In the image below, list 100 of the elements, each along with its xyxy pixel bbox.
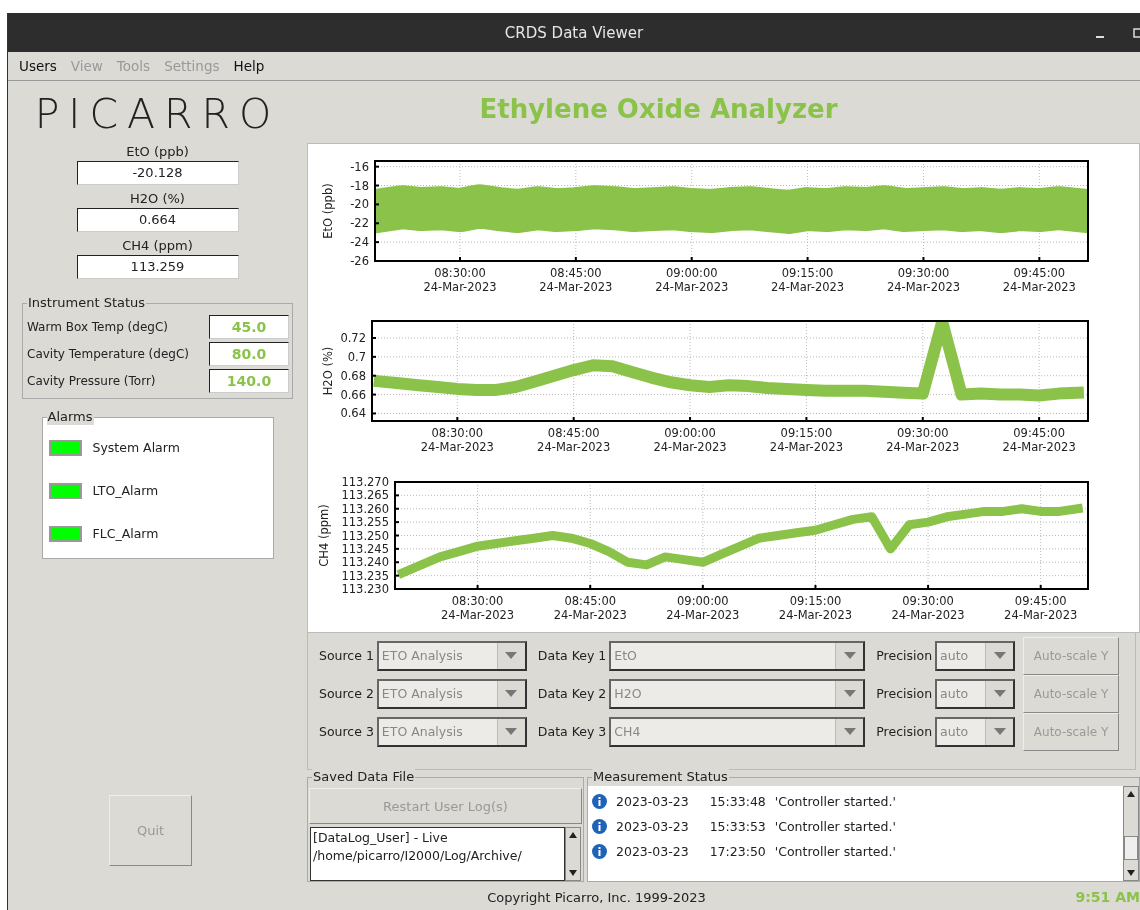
data-key-dropdown[interactable]: EtO — [609, 640, 866, 671]
tick-label: -22 — [350, 216, 369, 231]
tick-label: 08:30:00 24-Mar-2023 — [441, 593, 515, 622]
message-date: 2023-03-23 — [616, 819, 689, 834]
autoscale-button[interactable]: Auto-scale Y — [1023, 674, 1120, 713]
scrollbar-thumb[interactable] — [1124, 836, 1138, 860]
info-icon — [592, 819, 607, 834]
tick-label: 08:45:00 24-Mar-2023 — [539, 266, 613, 294]
axis-label: H2O (%) — [321, 347, 335, 396]
tick-label: 0.72 — [340, 331, 366, 346]
panel-title: Alarms — [46, 409, 94, 425]
logo: PICARRO — [34, 90, 281, 138]
minimize-icon[interactable] — [1096, 35, 1106, 39]
message-text: 'Controller started.' — [774, 819, 896, 834]
tick-label: 113.265 — [341, 488, 389, 503]
message-text: 'Controller started.' — [774, 844, 896, 859]
tick-label: 0.64 — [340, 406, 366, 421]
copyright-text: Copyright Picarro, Inc. 1999-2023 — [487, 889, 706, 905]
tick-label: -24 — [350, 235, 369, 250]
caret-icon — [505, 728, 518, 735]
readout-label: H2O (%) — [130, 191, 185, 206]
log-path-field[interactable]: [DataLog_User] - Live /home/picarro/I2000/Log/Archive/ — [310, 827, 565, 881]
clock: 9:51 AM — [1075, 889, 1140, 905]
precision-dropdown[interactable]: auto — [935, 640, 1016, 671]
data-key-label: Data Key 2 — [537, 686, 607, 701]
scrollbar[interactable] — [565, 827, 581, 881]
readout-label: EtO (ppb) — [126, 144, 189, 159]
precision-dropdown[interactable]: auto — [935, 716, 1016, 747]
tick-label: 113.250 — [341, 528, 389, 543]
precision-dropdown[interactable]: auto — [935, 678, 1016, 709]
menu-item[interactable]: Help — [233, 58, 265, 74]
axis-label: EtO (ppb) — [321, 183, 335, 239]
tick-label: 09:45:00 24-Mar-2023 — [1004, 593, 1078, 622]
source-dropdown[interactable]: ETO Analysis — [376, 640, 527, 671]
down-arrow-icon[interactable] — [1127, 870, 1135, 876]
tick-label: 113.255 — [341, 514, 389, 529]
status-label: Cavity Pressure (Torr) — [27, 374, 156, 388]
tick-label: 113.270 — [341, 474, 389, 489]
tick-label: 08:45:00 24-Mar-2023 — [537, 426, 611, 455]
status-value: 45.0 — [209, 315, 289, 339]
info-icon — [592, 794, 607, 809]
tick-label: 09:00:00 24-Mar-2023 — [666, 593, 740, 622]
alarm-label: LTO_Alarm — [92, 483, 159, 498]
scrollbar[interactable] — [1123, 786, 1139, 881]
precision-label: Precision — [876, 648, 933, 663]
caret-icon — [505, 652, 518, 659]
data-key-dropdown[interactable]: CH4 — [609, 716, 866, 747]
data-key-label: Data Key 3 — [537, 724, 607, 739]
menu-item[interactable]: Users — [19, 58, 57, 74]
message-date: 2023-03-23 — [616, 844, 689, 859]
precision-label: Precision — [876, 724, 933, 739]
status-value: 140.0 — [209, 369, 289, 393]
autoscale-button[interactable]: Auto-scale Y — [1023, 712, 1120, 751]
message-time: 17:23:50 — [709, 844, 766, 859]
message-text: 'Controller started.' — [774, 794, 896, 809]
tick-label: 0.68 — [340, 369, 366, 384]
status-value: 80.0 — [209, 342, 289, 366]
tick-label: 09:15:00 24-Mar-2023 — [769, 426, 843, 455]
caret-icon — [843, 690, 856, 697]
source-label: Source 2 — [319, 686, 374, 701]
tick-label: -18 — [350, 178, 369, 193]
readout-label: CH4 (ppm) — [122, 238, 193, 253]
tick-label: 09:00:00 24-Mar-2023 — [653, 426, 727, 455]
tick-label: -26 — [350, 254, 369, 268]
message-date: 2023-03-23 — [616, 794, 689, 809]
data-key-dropdown[interactable]: H2O — [609, 678, 866, 709]
data-key-label: Data Key 1 — [537, 648, 607, 663]
tick-label: 0.66 — [340, 387, 366, 402]
tick-label: 09:45:00 24-Mar-2023 — [1002, 266, 1076, 294]
readout-field: -20.128 — [76, 161, 239, 185]
readout-field: 113.259 — [76, 255, 239, 279]
precision-label: Precision — [876, 686, 933, 701]
status-label: Cavity Temperature (degC) — [27, 347, 189, 361]
window-title: CRDS Data Viewer — [504, 23, 644, 42]
tick-label: 08:45:00 24-Mar-2023 — [553, 593, 627, 622]
tick-label: 0.7 — [347, 350, 366, 365]
caret-icon — [993, 728, 1006, 735]
caret-icon — [993, 652, 1006, 659]
autoscale-button[interactable]: Auto-scale Y — [1023, 636, 1120, 675]
tick-label: 113.260 — [341, 501, 389, 516]
down-arrow-icon[interactable] — [569, 870, 577, 876]
tick-label: 09:45:00 24-Mar-2023 — [1002, 426, 1076, 455]
maximize-icon[interactable] — [1133, 28, 1140, 38]
up-arrow-icon[interactable] — [1127, 791, 1135, 797]
source-label: Source 3 — [319, 724, 374, 739]
source-label: Source 1 — [319, 648, 374, 663]
caret-icon — [843, 728, 856, 735]
tick-label: 09:30:00 24-Mar-2023 — [886, 266, 961, 294]
tick-label: 09:00:00 24-Mar-2023 — [655, 266, 729, 294]
axis-label: CH4 (ppm) — [317, 504, 331, 567]
tick-label: 09:30:00 24-Mar-2023 — [891, 593, 965, 622]
tick-label: 113.235 — [341, 568, 389, 583]
source-dropdown[interactable]: ETO Analysis — [376, 678, 527, 709]
source-dropdown[interactable]: ETO Analysis — [376, 716, 527, 747]
up-arrow-icon[interactable] — [569, 832, 577, 838]
tick-label: 113.240 — [341, 554, 389, 569]
alarm-label: System Alarm — [92, 440, 180, 455]
tick-label: 09:15:00 24-Mar-2023 — [778, 593, 853, 622]
tick-label: 09:30:00 24-Mar-2023 — [886, 426, 960, 455]
status-label: Warm Box Temp (degC) — [27, 320, 168, 334]
